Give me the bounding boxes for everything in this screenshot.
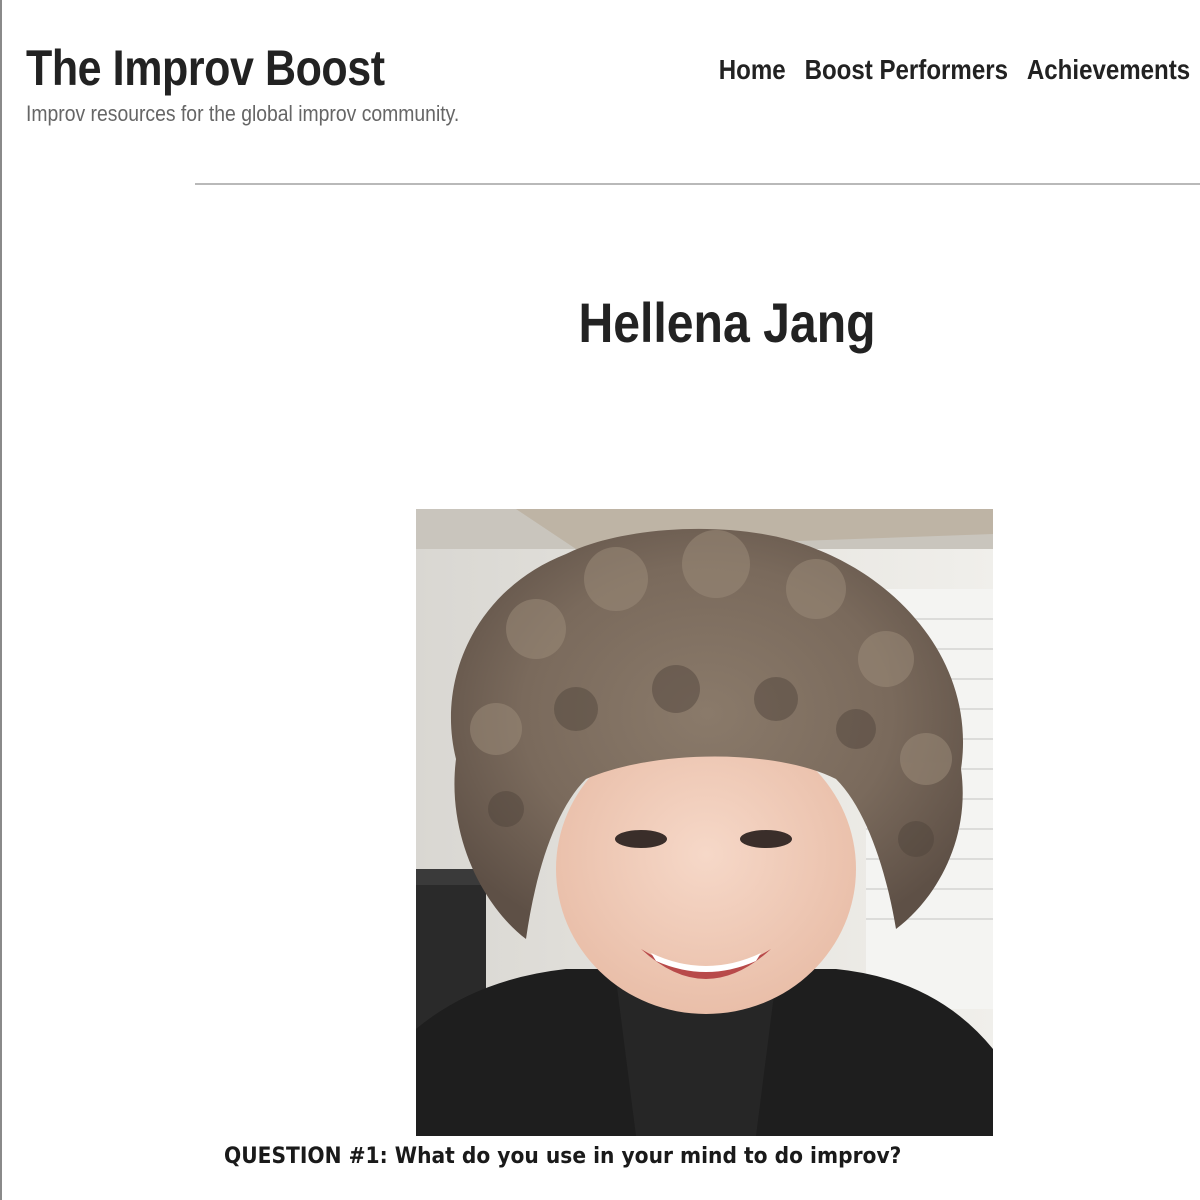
page: The Improv Boost Improv resources for th…	[0, 0, 1200, 1200]
main-nav: Home Boost Performers Achievements	[719, 52, 1190, 88]
nav-item-boost-performers[interactable]: Boost Performers	[804, 52, 1007, 88]
performer-portrait	[416, 509, 993, 1136]
nav-item-achievements[interactable]: Achievements	[1027, 52, 1190, 88]
page-title: Hellena Jang	[578, 291, 876, 354]
nav-item-home[interactable]: Home	[719, 52, 786, 88]
interview-question: QUESTION #1: What do you use in your min…	[224, 1144, 902, 1169]
header-divider	[195, 183, 1200, 185]
site-title-link[interactable]: The Improv Boost	[26, 38, 385, 98]
site-tagline: Improv resources for the global improv c…	[26, 101, 460, 126]
